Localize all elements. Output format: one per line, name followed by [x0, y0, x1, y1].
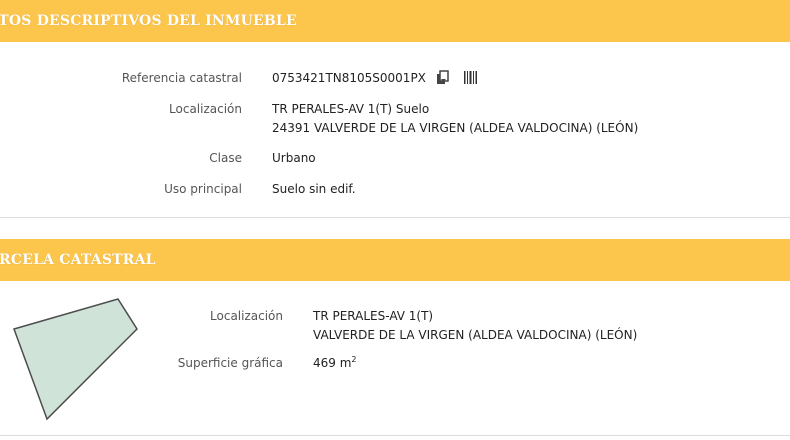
barcode-icon[interactable]	[463, 70, 479, 91]
uso-principal-label: Uso principal	[164, 182, 242, 196]
ref-catastral-value: 0753421TN8105S0001PX	[272, 71, 426, 85]
inmueble-title: ATOS DESCRIPTIVOS DEL INMUEBLE	[0, 13, 297, 29]
parcela-localizacion-line1: TR PERALES-AV 1(T)	[313, 309, 434, 323]
parcela-panel: ARCELA CATASTRAL Localización TR PERALES…	[0, 239, 790, 436]
parcela-localizacion-label: Localización	[210, 309, 283, 323]
localizacion-line2: 24391 VALVERDE DE LA VIRGEN (ALDEA VALDO…	[272, 121, 639, 135]
copy-icon[interactable]	[436, 70, 450, 92]
localizacion-label: Localización	[169, 102, 242, 116]
ref-catastral-label: Referencia catastral	[121, 71, 242, 85]
superficie-number: 469 m	[313, 356, 352, 370]
localizacion-line1: TR PERALES-AV 1(T) Suelo	[272, 102, 430, 116]
parcela-header: ARCELA CATASTRAL	[0, 239, 790, 281]
clase-label: Clase	[209, 151, 242, 165]
parcela-title: ARCELA CATASTRAL	[0, 252, 156, 268]
inmueble-header: ATOS DESCRIPTIVOS DEL INMUEBLE	[0, 0, 790, 42]
uso-principal-value: Suelo sin edif.	[272, 182, 356, 196]
superficie-exponent: 2	[351, 355, 357, 364]
inmueble-panel: ATOS DESCRIPTIVOS DEL INMUEBLE Referenci…	[0, 0, 790, 218]
clase-value: Urbano	[272, 151, 316, 165]
superficie-value: 469 m2	[313, 354, 357, 373]
parcela-localizacion-line2: VALVERDE DE LA VIRGEN (ALDEA VALDOCINA) …	[313, 328, 638, 342]
superficie-label: Superficie gráfica	[177, 356, 283, 370]
